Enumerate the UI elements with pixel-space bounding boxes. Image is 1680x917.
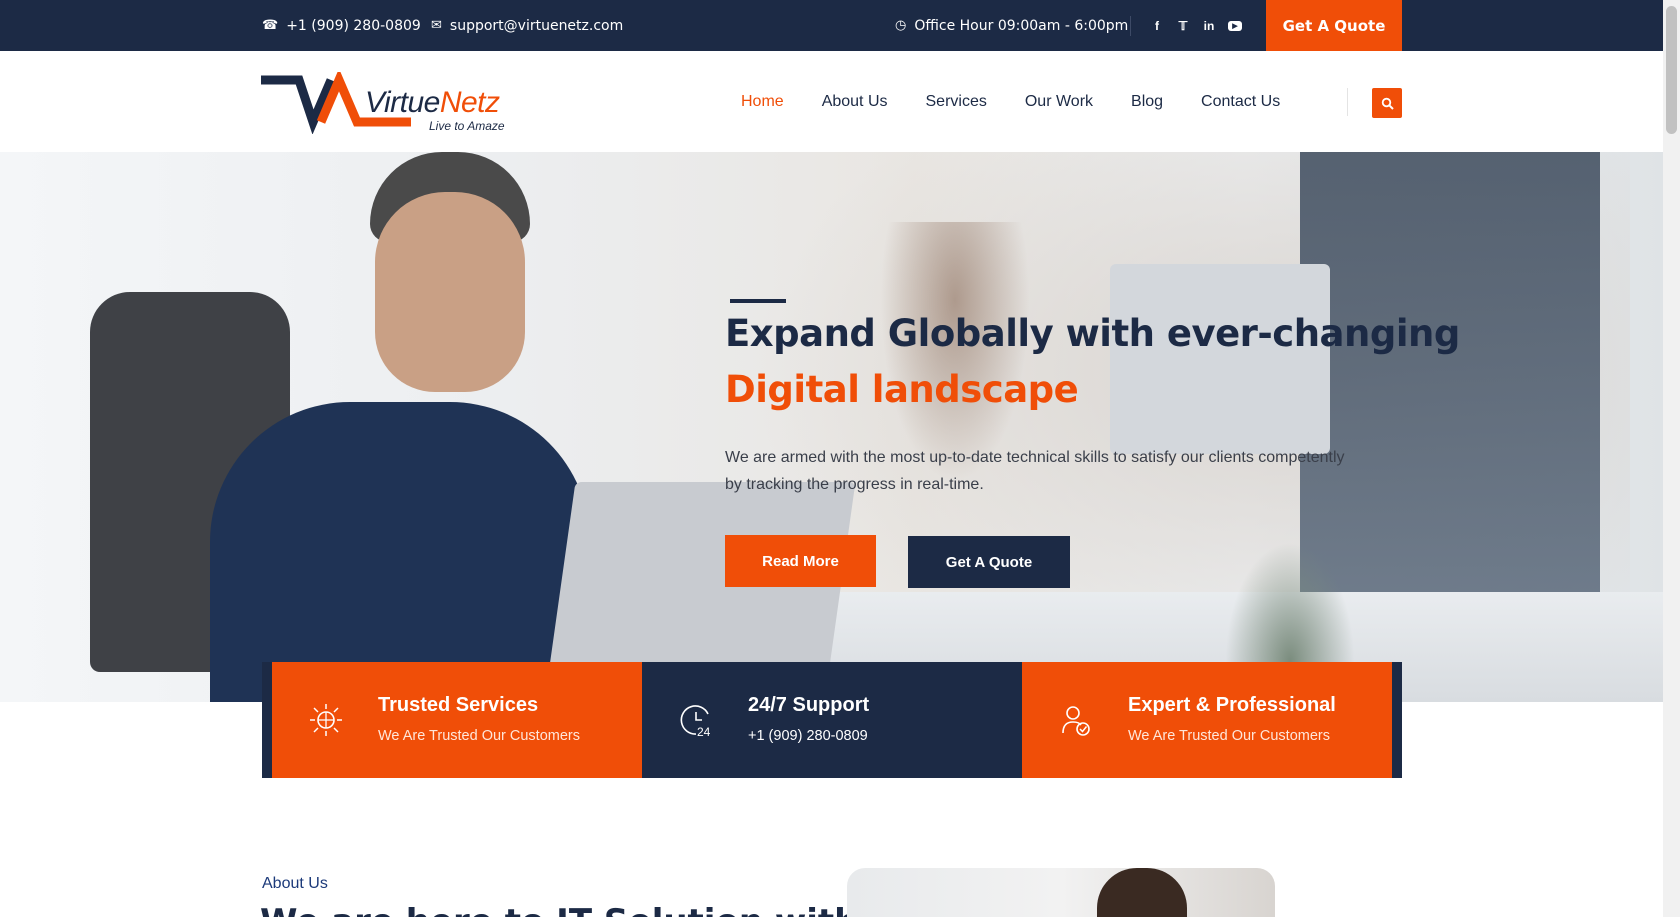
hero-title-line1: Expand Globally with ever-changing — [725, 312, 1460, 355]
topbar-phone[interactable]: ☎ +1 (909) 280-0809 — [262, 0, 421, 51]
topbar-get-quote-button[interactable]: Get A Quote — [1266, 0, 1402, 51]
logo-word-netz: Netz — [439, 86, 500, 119]
feature-trusted-services[interactable]: Trusted Services We Are Trusted Our Cust… — [272, 662, 642, 778]
youtube-icon[interactable]: ▶ — [1228, 20, 1242, 31]
clock-icon: ◷ — [895, 18, 907, 33]
features-strip: Trusted Services We Are Trusted Our Cust… — [262, 662, 1402, 778]
read-more-button[interactable]: Read More — [725, 535, 876, 587]
nav-our-work[interactable]: Our Work — [1025, 93, 1093, 111]
about-label: About Us — [262, 875, 328, 892]
nav-services[interactable]: Services — [926, 93, 987, 111]
expert-person-icon — [1058, 702, 1094, 738]
about-heading: We are here to IT Solution with — [260, 902, 858, 917]
feature-subtitle: We Are Trusted Our Customers — [1128, 728, 1330, 744]
twitter-icon[interactable]: 𝕋 — [1176, 19, 1190, 33]
nav-blog[interactable]: Blog — [1131, 93, 1163, 111]
feature-title: Expert & Professional — [1128, 694, 1336, 716]
logo[interactable]: VirtueNetz Live to Amaze — [261, 68, 521, 135]
logo-word-virtue: Virtue — [365, 86, 440, 119]
facebook-icon[interactable]: f — [1150, 19, 1164, 33]
topbar-office-hours-text: Office Hour 09:00am - 6:00pm — [914, 17, 1129, 34]
hero-section: Expand Globally with ever-changing Digit… — [0, 152, 1663, 702]
hero-man-body — [210, 402, 590, 702]
topbar-office-hours: ◷ Office Hour 09:00am - 6:00pm — [895, 0, 1128, 51]
page-scrollbar[interactable] — [1663, 0, 1680, 917]
feature-expert-professional[interactable]: Expert & Professional We Are Trusted Our… — [1022, 662, 1392, 778]
social-links: f 𝕋 in ▶ — [1150, 0, 1242, 51]
feature-subtitle: +1 (909) 280-0809 — [748, 728, 868, 744]
hero-man-head — [375, 192, 525, 392]
topbar-divider — [1130, 16, 1131, 36]
about-image-person — [1097, 868, 1187, 917]
topbar-phone-text: +1 (909) 280-0809 — [286, 17, 421, 34]
topbar-email[interactable]: ✉ support@virtuenetz.com — [431, 0, 623, 51]
feature-title: Trusted Services — [378, 694, 539, 716]
linkedin-icon[interactable]: in — [1202, 19, 1216, 33]
hero-description: We are armed with the most up-to-date te… — [725, 449, 1345, 493]
nav-home[interactable]: Home — [741, 93, 784, 111]
globe-network-icon — [308, 702, 344, 738]
main-nav: Home About Us Services Our Work Blog Con… — [741, 51, 1318, 152]
hero-content: Expand Globally with ever-changing Digit… — [725, 152, 1625, 702]
search-icon — [1381, 97, 1394, 110]
topbar-email-text: support@virtuenetz.com — [449, 17, 624, 34]
feature-title: 24/7 Support — [748, 694, 870, 716]
logo-wordmark: VirtueNetz — [365, 86, 500, 120]
nav-about-us[interactable]: About Us — [822, 93, 888, 111]
hero-accent-line — [730, 299, 786, 303]
header: VirtueNetz Live to Amaze Home About Us S… — [0, 51, 1663, 152]
phone-icon: ☎ — [262, 18, 279, 33]
feature-subtitle: We Are Trusted Our Customers — [378, 728, 580, 744]
hero-get-quote-button[interactable]: Get A Quote — [908, 536, 1070, 588]
top-bar: ☎ +1 (909) 280-0809 ✉ support@virtuenetz… — [0, 0, 1663, 51]
feature-support[interactable]: 24 24/7 Support +1 (909) 280-0809 — [642, 662, 1022, 778]
clock-24-icon: 24 — [678, 702, 714, 738]
svg-text:24: 24 — [697, 725, 711, 738]
page: ☎ +1 (909) 280-0809 ✉ support@virtuenetz… — [0, 0, 1680, 917]
nav-divider — [1347, 88, 1348, 116]
scrollbar-thumb[interactable] — [1666, 6, 1677, 134]
envelope-icon: ✉ — [431, 18, 442, 33]
about-image — [847, 868, 1275, 917]
logo-tagline: Live to Amaze — [429, 119, 505, 133]
hero-title-line2: Digital landscape — [725, 368, 1079, 411]
nav-contact-us[interactable]: Contact Us — [1201, 93, 1280, 111]
search-button[interactable] — [1372, 88, 1402, 118]
